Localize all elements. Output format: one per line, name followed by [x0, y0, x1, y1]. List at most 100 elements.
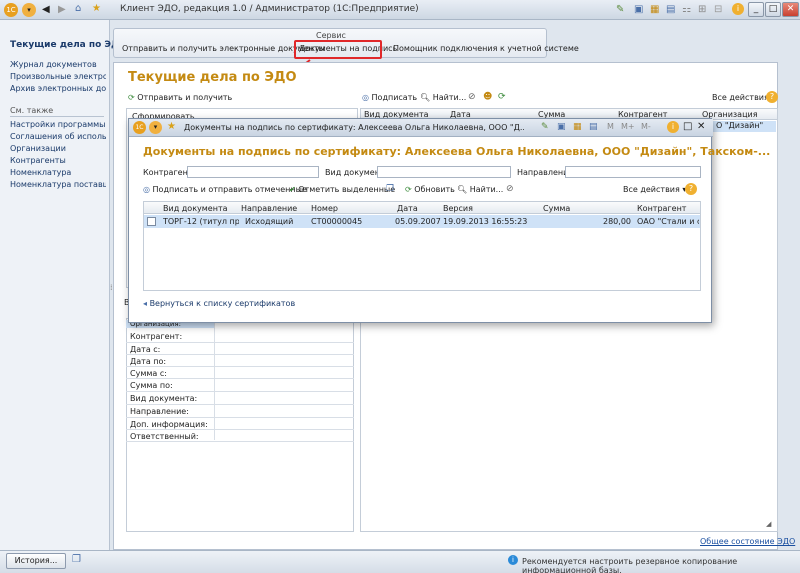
modal-all-actions[interactable]: Все действия ▾	[623, 185, 686, 194]
modal-help-icon[interactable]: ?	[685, 183, 697, 195]
sidebar-item-arbitrary-docs[interactable]: Произвольные электро...	[10, 72, 106, 81]
row-direction: Исходящий	[245, 217, 294, 226]
toolbar-tool-icon-5[interactable]: ⚏	[682, 4, 691, 15]
sidebar-item-settings[interactable]: Настройки программы	[10, 120, 106, 129]
sidebar-header[interactable]: Текущие дела по ЭДО	[10, 40, 127, 50]
modal-tool-icon-4[interactable]: ▤	[589, 122, 598, 132]
sidebar-item-journal[interactable]: Журнал документов	[10, 60, 106, 69]
send-receive-button[interactable]: ⟳ Отправить и получить	[128, 93, 232, 102]
page-title: Текущие дела по ЭДО	[128, 70, 297, 85]
back-arrow-icon[interactable]: ◀	[42, 4, 50, 15]
modal-close-button[interactable]: ✕	[697, 121, 705, 132]
user-icon[interactable]: ☻	[483, 92, 492, 102]
filter-row-line	[126, 417, 354, 418]
modal-tool-icon-2[interactable]: ▣	[557, 122, 566, 132]
modal-tool-icon-5[interactable]: M	[607, 122, 614, 131]
row-checkbox[interactable]	[147, 217, 156, 226]
filter-label-extra-info: Доп. информация:	[130, 420, 208, 429]
help-icon[interactable]: i	[732, 3, 744, 15]
main-help-icon[interactable]: ?	[766, 91, 778, 103]
toolbar-tool-icon-1[interactable]: ✎	[616, 4, 624, 15]
sign-send-icon: ◎	[143, 185, 153, 194]
favorite-star-icon[interactable]: ★	[92, 3, 101, 14]
modal-col-doctype[interactable]: Вид документа	[163, 204, 233, 213]
toolbar-tool-icon-2[interactable]: ▣	[634, 4, 643, 15]
sidebar-item-agreements[interactable]: Соглашения об использ...	[10, 132, 106, 141]
close-button[interactable]: ✕	[782, 2, 799, 17]
modal-find-button[interactable]: 🔍︎ Найти...	[457, 185, 503, 194]
modal-favorite-icon[interactable]: ★	[167, 121, 176, 132]
modal-col-number[interactable]: Номер	[311, 204, 371, 213]
modal-col-contractor[interactable]: Контрагент	[637, 204, 699, 213]
sidebar-divider	[10, 116, 104, 117]
menu-dropdown-icon[interactable]: ▾	[22, 3, 36, 17]
service-connection-wizard[interactable]: Помощник подключения к учетной системе	[393, 44, 579, 53]
toolbar-tool-icon-4[interactable]: ▤	[666, 4, 675, 15]
modal-sign-send-button[interactable]: ◎ Подписать и отправить отмеченные	[143, 185, 307, 194]
filter-label-date-from: Дата с:	[130, 345, 161, 354]
modal-col-direction[interactable]: Направление	[241, 204, 307, 213]
modal-contractor-input[interactable]	[187, 166, 319, 178]
modal-tool-icon-1[interactable]: ✎	[541, 122, 549, 132]
sign-icon: ◎	[362, 93, 372, 102]
modal-mark-selected-button[interactable]: ✔ Отметить выделенные	[289, 185, 395, 194]
service-title: Сервис	[316, 31, 346, 40]
row-contractor: ОАО "Стали и спл	[637, 217, 699, 226]
sidebar-item-archive[interactable]: Архив электронных док...	[10, 84, 106, 93]
home-icon[interactable]: ⌂	[75, 3, 81, 14]
modal-refresh-icon: ⟳	[405, 185, 415, 194]
modal-logo-icon[interactable]: 1С	[133, 121, 146, 134]
filter-row-line	[126, 342, 354, 343]
sidebar-item-organizations[interactable]: Организации	[10, 144, 106, 153]
window-title: Клиент ЭДО, редакция 1.0 / Администратор…	[120, 4, 419, 14]
sidebar-item-nomenclature[interactable]: Номенклатура	[10, 168, 106, 177]
minimize-button[interactable]: _	[748, 2, 764, 17]
main-refresh-icon[interactable]: ⟳	[498, 92, 506, 102]
copy-icon[interactable]: ❐	[386, 184, 394, 194]
sidebar-item-contractors[interactable]: Контрагенты	[10, 156, 106, 165]
sign-button[interactable]: ◎ Подписать	[362, 93, 417, 102]
modal-info-icon[interactable]: i	[667, 121, 679, 133]
modal-find-icon: 🔍︎	[457, 185, 470, 194]
footer-status-link[interactable]: Общее состояние ЭДО	[700, 537, 795, 546]
modal-menu-icon[interactable]: ▾	[149, 121, 162, 134]
modal-direction-input[interactable]	[565, 166, 701, 178]
windows-icon[interactable]: ❐	[72, 554, 81, 565]
sidebar-item-supplier-nomenclature[interactable]: Номенклатура поставщ...	[10, 180, 106, 189]
filter-row-line	[126, 441, 354, 442]
modal-titlebar: 1С ▾ ★ Документы на подпись по сертифика…	[129, 119, 713, 137]
modal-tool-icon-6[interactable]: M+	[621, 122, 635, 131]
filter-label-direction: Направление:	[130, 407, 189, 416]
modal-col-sum[interactable]: Сумма	[543, 204, 603, 213]
modal-doctype-input[interactable]	[377, 166, 511, 178]
back-to-certificates-link[interactable]: ◂ Вернуться к списку сертификатов	[143, 299, 295, 308]
forward-arrow-icon[interactable]: ▶	[58, 4, 66, 15]
modal-cancel-search-icon[interactable]: ⊘	[506, 184, 514, 194]
history-button[interactable]: История...	[6, 553, 66, 569]
modal-col-date[interactable]: Дата	[397, 204, 437, 213]
main-find-button[interactable]: 🔍︎ Найти...	[420, 93, 466, 102]
modal-maximize-button[interactable]: □	[683, 121, 692, 132]
filter-label-sum-to: Сумма по:	[130, 381, 173, 390]
row-number: СТ00000045	[311, 217, 363, 226]
find-icon: 🔍︎	[420, 93, 433, 102]
cancel-search-icon[interactable]: ⊘	[468, 92, 476, 102]
app-logo-icon[interactable]: 1С	[4, 3, 18, 17]
toolbar-tool-icon-7[interactable]: ⊟	[714, 4, 722, 15]
filter-label-date-to: Дата по:	[130, 357, 167, 366]
filter-column-divider	[214, 318, 215, 440]
filter-label-doctype: Вид документа:	[130, 394, 198, 403]
modal-col-version[interactable]: Версия	[443, 204, 523, 213]
filter-row-line	[126, 429, 354, 430]
modal-tool-icon-3[interactable]: ▦	[573, 122, 582, 132]
toolbar-tool-icon-3[interactable]: ▦	[650, 4, 659, 15]
main-grid-selected-row[interactable]: О "Дизайн"	[706, 121, 776, 132]
grid-resize-handle[interactable]: ◢	[766, 520, 776, 530]
modal-refresh-button[interactable]: ⟳ Обновить	[405, 185, 455, 194]
backup-notice[interactable]: Рекомендуется настроить резервное копиро…	[522, 557, 800, 573]
main-col-organization[interactable]: Организация	[702, 110, 776, 119]
modal-tool-icon-7[interactable]: M-	[641, 122, 651, 131]
toolbar-tool-icon-6[interactable]: ⊞	[698, 4, 706, 15]
filter-label-responsible: Ответственный:	[130, 432, 199, 441]
maximize-button[interactable]: □	[765, 2, 781, 17]
